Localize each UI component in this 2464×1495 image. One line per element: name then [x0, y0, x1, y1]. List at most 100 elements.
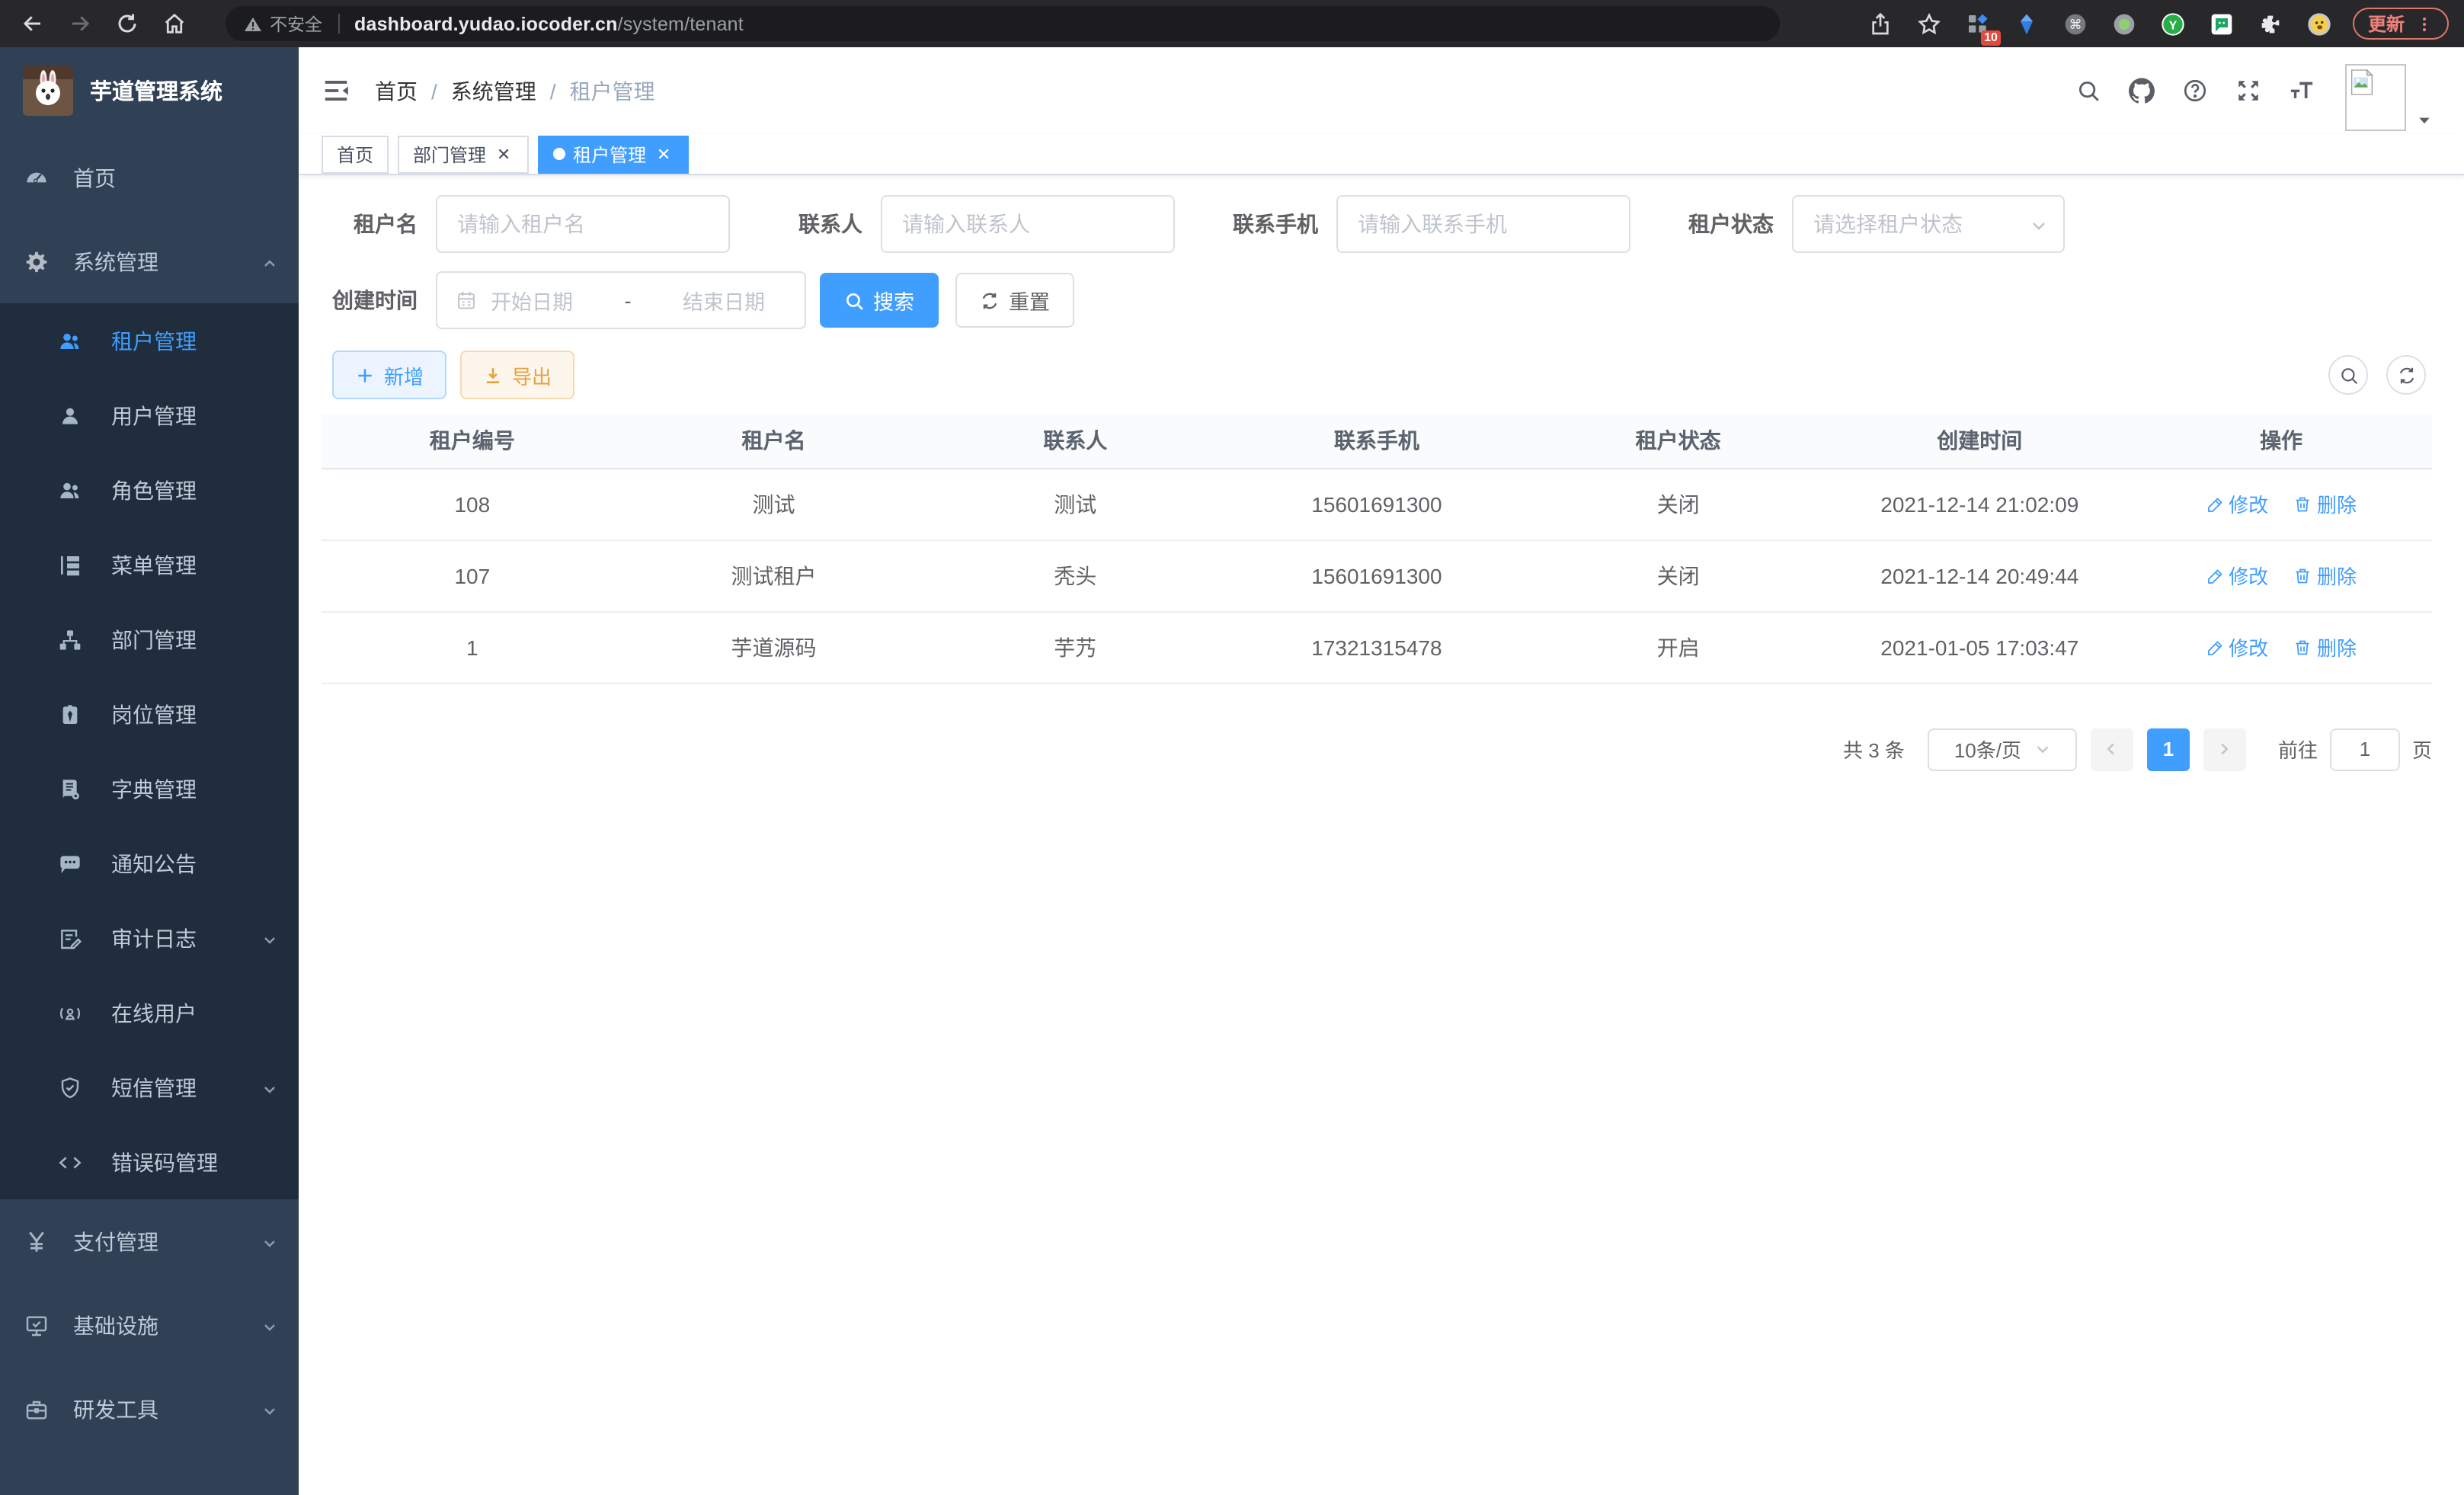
avatar-caret-icon[interactable]	[2417, 108, 2432, 123]
status-label: 租户状态	[1667, 209, 1774, 239]
mobile-input[interactable]	[1336, 195, 1630, 253]
app-logo-row[interactable]: 芋道管理系统	[0, 47, 299, 133]
security-indicator[interactable]: 不安全	[244, 11, 322, 36]
infrastructure-icon	[24, 1313, 49, 1337]
post-badge-icon	[58, 702, 82, 726]
svg-text:⌘: ⌘	[2069, 17, 2082, 32]
sidebar-item-menu[interactable]: 菜单管理	[0, 527, 299, 602]
breadcrumb: 首页 / 系统管理 / 租户管理	[375, 75, 655, 106]
payment-yen-icon	[24, 1229, 49, 1253]
font-size-icon[interactable]	[2287, 77, 2315, 104]
table-header-row: 租户编号 租户名 联系人 联系手机 租户状态 创建时间 操作	[322, 415, 2432, 468]
svg-text:Y: Y	[2169, 18, 2178, 31]
tab-dept[interactable]: 部门管理 ✕	[398, 135, 529, 173]
status-select[interactable]: 请选择租户状态	[1792, 195, 2065, 253]
sidebar-item-error-code[interactable]: 错误码管理	[0, 1125, 299, 1199]
gem-extension-icon[interactable]	[2011, 8, 2042, 39]
chevron-down-icon	[2030, 215, 2048, 233]
tenant-table: 租户编号 租户名 联系人 联系手机 租户状态 创建时间 操作 108 测试	[322, 415, 2432, 683]
sidebar-item-home[interactable]: 首页	[0, 136, 299, 219]
show-search-button[interactable]	[2328, 355, 2368, 395]
user-avatar[interactable]	[2345, 64, 2406, 131]
page-number-current[interactable]: 1	[2147, 728, 2190, 770]
puzzle-extensions-icon[interactable]	[2255, 8, 2286, 39]
refresh-button[interactable]	[2386, 355, 2426, 395]
search-icon	[844, 290, 864, 310]
app-title: 芋道管理系统	[90, 74, 222, 106]
goto-page-input[interactable]	[2330, 728, 2400, 770]
sidebar-item-sms[interactable]: 短信管理	[0, 1050, 299, 1125]
fullscreen-icon[interactable]	[2234, 77, 2261, 104]
close-icon[interactable]: ✕	[654, 144, 674, 164]
mobile-label: 联系手机	[1211, 209, 1318, 239]
chevron-down-icon	[261, 1400, 279, 1418]
help-icon[interactable]	[2181, 77, 2208, 104]
profile-avatar-icon[interactable]	[2304, 8, 2334, 39]
sidebar-item-dept[interactable]: 部门管理	[0, 602, 299, 677]
search-icon[interactable]	[2074, 77, 2101, 104]
tab-home[interactable]: 首页	[322, 135, 389, 173]
chevron-left-icon	[2104, 741, 2120, 757]
sidebar-item-system[interactable]: 系统管理	[0, 219, 299, 303]
y-extension-icon[interactable]: Y	[2158, 8, 2188, 39]
close-icon[interactable]: ✕	[494, 144, 514, 164]
sidebar-item-infrastructure[interactable]: 基础设施	[0, 1283, 299, 1367]
edit-link[interactable]: 修改	[2206, 561, 2268, 590]
url-bar[interactable]: 不安全 dashboard.yudao.iocoder.cn/system/te…	[226, 6, 1780, 41]
edit-link[interactable]: 修改	[2206, 632, 2268, 661]
url-path: /system/tenant	[618, 13, 744, 34]
trash-icon	[2294, 638, 2312, 656]
delete-link[interactable]: 删除	[2294, 632, 2357, 661]
goto-label: 前往	[2278, 735, 2318, 764]
sms-shield-icon	[58, 1075, 82, 1100]
chevron-down-icon	[261, 929, 279, 947]
breadcrumb-section[interactable]: 系统管理	[451, 75, 536, 106]
github-icon[interactable]	[2127, 77, 2155, 104]
reload-icon[interactable]	[110, 7, 143, 40]
dot-extension-icon[interactable]	[2109, 8, 2139, 39]
contact-input[interactable]	[881, 195, 1175, 253]
org-chart-icon	[58, 627, 82, 651]
share-icon[interactable]	[1865, 8, 1896, 39]
sidebar-collapse-icon[interactable]	[322, 76, 350, 105]
prev-page-button[interactable]	[2091, 728, 2133, 770]
tenant-name-label: 租户名	[322, 209, 418, 239]
sidebar-menu: 首页 系统管理 租户管理 用户管理	[0, 136, 299, 1451]
tenant-name-input[interactable]	[436, 195, 730, 253]
col-created: 创建时间	[1829, 415, 2130, 468]
sidebar-item-post[interactable]: 岗位管理	[0, 677, 299, 751]
sidebar-item-tenant[interactable]: 租户管理	[0, 303, 299, 378]
breadcrumb-home[interactable]: 首页	[375, 75, 418, 106]
sidebar-item-dev-tools[interactable]: 研发工具	[0, 1367, 299, 1451]
chat-extension-icon[interactable]	[2206, 8, 2237, 39]
page-size-select[interactable]: 10条/页	[1928, 728, 2077, 770]
add-button[interactable]: 新增	[332, 351, 446, 399]
sidebar-item-role[interactable]: 角色管理	[0, 453, 299, 527]
chrome-update-button[interactable]: 更新	[2353, 8, 2449, 40]
sidebar-item-audit-log[interactable]: 审计日志	[0, 901, 299, 975]
forward-icon[interactable]	[62, 7, 96, 40]
reset-button[interactable]: 重置	[955, 273, 1074, 328]
delete-link[interactable]: 删除	[2294, 489, 2357, 518]
delete-link[interactable]: 删除	[2294, 561, 2357, 590]
sidebar-item-dict[interactable]: 字典管理	[0, 751, 299, 826]
search-button[interactable]: 搜索	[820, 273, 939, 328]
table-toolbar: 新增 导出	[332, 351, 2432, 399]
next-page-button[interactable]	[2203, 728, 2246, 770]
create-time-range-picker[interactable]: 开始日期 - 结束日期	[436, 271, 806, 329]
command-extension-icon[interactable]: ⌘	[2060, 8, 2091, 39]
bookmark-star-icon[interactable]	[1914, 8, 1944, 39]
url-host: dashboard.yudao.iocoder.cn	[354, 13, 618, 34]
extension-grid-icon[interactable]: 10	[1963, 8, 1993, 39]
active-dot	[553, 148, 565, 160]
sidebar-item-online-users[interactable]: 在线用户	[0, 975, 299, 1050]
sidebar-item-payment[interactable]: 支付管理	[0, 1199, 299, 1283]
sidebar-item-user[interactable]: 用户管理	[0, 378, 299, 453]
sidebar-item-notice[interactable]: 通知公告	[0, 826, 299, 901]
back-icon[interactable]	[15, 7, 49, 40]
home-icon[interactable]	[157, 7, 190, 40]
edit-link[interactable]: 修改	[2206, 489, 2268, 518]
tab-tenant[interactable]: 租户管理 ✕	[538, 135, 689, 173]
download-icon	[483, 365, 503, 385]
export-button[interactable]: 导出	[460, 351, 574, 399]
